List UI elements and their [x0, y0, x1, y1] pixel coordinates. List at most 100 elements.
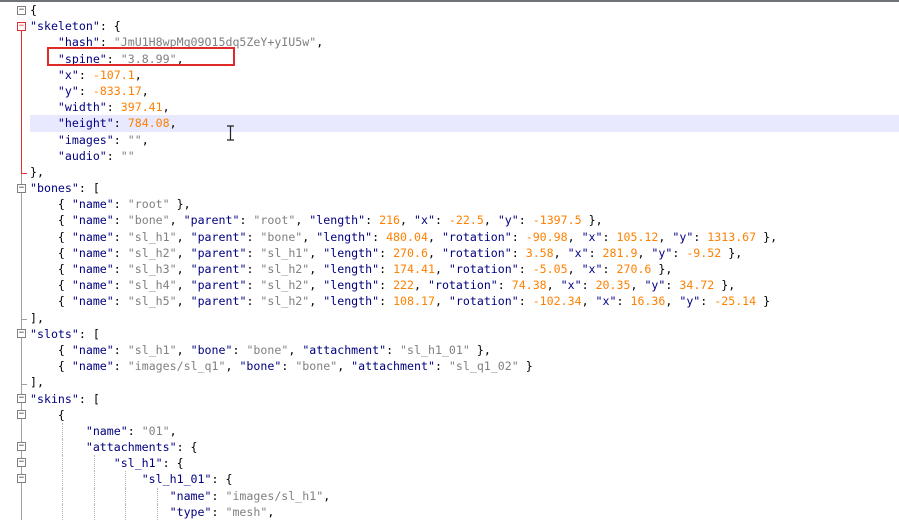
- code-line[interactable]: "images": "",: [30, 132, 899, 148]
- code-line[interactable]: ],: [30, 374, 899, 390]
- json-key: "name": [71, 213, 114, 228]
- code-line[interactable]: "sl_h1_01": {: [30, 471, 899, 488]
- code-line[interactable]: { "name": "images/sl_q1", "bone": "bone"…: [30, 358, 899, 374]
- json-punct: :: [372, 229, 387, 244]
- json-punct: :: [518, 262, 533, 276]
- code-line[interactable]: { "name": "sl_h5", "parent": "sl_h2", "l…: [30, 293, 899, 309]
- json-string: "sl_h4": [127, 278, 177, 293]
- code-line[interactable]: { "name": "sl_h1", "parent": "bone", "le…: [30, 229, 899, 245]
- json-key: "y": [497, 213, 519, 228]
- json-string: "sl_h2": [260, 294, 310, 309]
- json-punct: ,: [581, 294, 596, 309]
- json-key: "bone": [190, 342, 233, 357]
- json-punct: :: [588, 245, 603, 260]
- json-punct: :: [700, 294, 715, 309]
- code-line[interactable]: "skeleton": {: [30, 18, 899, 34]
- json-string: "images/sl_h1": [225, 488, 324, 503]
- code-line[interactable]: "hash": "JmU1H8wpMq09O15dq5ZeY+yIU5w",: [30, 34, 899, 50]
- fold-toggle-attachments[interactable]: −: [17, 442, 26, 451]
- code-line[interactable]: "skins": [: [30, 391, 899, 407]
- json-punct: :: [113, 359, 128, 374]
- json-punct: :: [379, 278, 394, 293]
- json-key: "images": [57, 132, 114, 147]
- code-line[interactable]: "sl_h1": {: [30, 455, 899, 472]
- json-punct: ,: [295, 213, 310, 228]
- code-line[interactable]: "slots": [: [30, 326, 899, 342]
- json-key: "skins": [30, 391, 79, 406]
- json-punct: :: [106, 51, 121, 66]
- code-line[interactable]: ],: [30, 310, 899, 326]
- code-line[interactable]: { "name": "sl_h4", "parent": "sl_h2", "l…: [30, 277, 899, 293]
- json-punct: },: [756, 229, 778, 244]
- json-punct: ,: [309, 294, 324, 309]
- fold-toggle-skins[interactable]: −: [17, 394, 26, 403]
- fold-toggle-root[interactable]: −: [17, 6, 26, 15]
- json-key: "y": [57, 83, 79, 98]
- code-line[interactable]: {: [30, 2, 899, 18]
- json-key: "rotation": [448, 262, 519, 276]
- json-key: "parent": [190, 294, 247, 309]
- indent-guide: [61, 487, 63, 504]
- json-punct: :: [113, 132, 128, 147]
- code-line[interactable]: "name": "01",: [30, 422, 899, 440]
- code-line[interactable]: "height": 784.08,: [30, 115, 899, 132]
- json-key: "name": [71, 262, 114, 276]
- json-punct: : {: [176, 440, 198, 455]
- json-punct: :: [211, 488, 226, 503]
- json-punct: ,: [162, 100, 170, 115]
- json-string: "": [127, 132, 142, 147]
- json-punct: :: [127, 423, 142, 438]
- fold-toggle-skin-entry[interactable]: −: [17, 410, 26, 419]
- json-number: 480.04: [386, 229, 428, 244]
- code-line[interactable]: { "name": "sl_h1", "bone": "bone", "atta…: [30, 342, 899, 358]
- json-punct: :: [693, 229, 708, 244]
- fold-toggle-sl-h1-01[interactable]: −: [17, 474, 26, 483]
- code-area[interactable]: {"skeleton": { "hash": "JmU1H8wpMq09O15d…: [30, 2, 899, 520]
- code-line[interactable]: },: [30, 164, 899, 180]
- fold-toggle-sl-h1[interactable]: −: [17, 458, 26, 467]
- json-key: "y": [644, 278, 666, 293]
- fold-toggle-skeleton[interactable]: −: [17, 22, 26, 31]
- json-key: "audio": [57, 148, 107, 163]
- code-line[interactable]: "spine": "3.8.99",: [30, 51, 899, 67]
- json-punct: ,: [434, 262, 449, 276]
- text-editor[interactable]: − − − − − − − − − {"skeleton": { "hash":…: [0, 0, 899, 520]
- json-punct: :: [232, 342, 247, 357]
- fold-toggle-bones[interactable]: −: [17, 184, 26, 193]
- json-key: "name": [85, 423, 128, 438]
- json-punct: },: [469, 342, 491, 357]
- code-line[interactable]: "width": 397.41,: [30, 99, 899, 115]
- json-punct: {: [57, 262, 72, 276]
- json-number: 270.6: [393, 245, 428, 260]
- code-line[interactable]: { "name": "bone", "parent": "root", "len…: [30, 212, 899, 228]
- json-punct: :: [246, 229, 261, 244]
- code-line[interactable]: "x": -107.1,: [30, 67, 899, 83]
- json-number: 3.58: [525, 245, 554, 260]
- code-line[interactable]: { "name": "root" },: [30, 196, 899, 212]
- code-line[interactable]: "name": "images/sl_h1",: [30, 487, 899, 504]
- code-line[interactable]: "bones": [: [30, 180, 899, 196]
- code-line[interactable]: "audio": "": [30, 148, 899, 164]
- json-string: "bone": [260, 229, 303, 244]
- json-number: -90.98: [525, 229, 568, 244]
- code-line[interactable]: { "name": "sl_h3", "parent": "sl_h2", "l…: [30, 261, 899, 277]
- json-punct: ,: [176, 229, 191, 244]
- code-line[interactable]: { "name": "sl_h2", "parent": "sl_h1", "l…: [30, 245, 899, 261]
- json-string: "root": [127, 197, 170, 212]
- code-line[interactable]: {: [30, 407, 899, 423]
- json-punct: ,: [637, 245, 652, 260]
- fold-toggle-slots[interactable]: −: [17, 329, 26, 338]
- code-line[interactable]: "attachments": {: [30, 439, 899, 456]
- json-punct: :: [497, 278, 512, 293]
- json-string: "sl_h1": [127, 342, 177, 357]
- json-string: "sl_h5": [127, 294, 177, 309]
- code-line[interactable]: "y": -833.17,: [30, 83, 899, 99]
- json-punct: :: [379, 294, 394, 309]
